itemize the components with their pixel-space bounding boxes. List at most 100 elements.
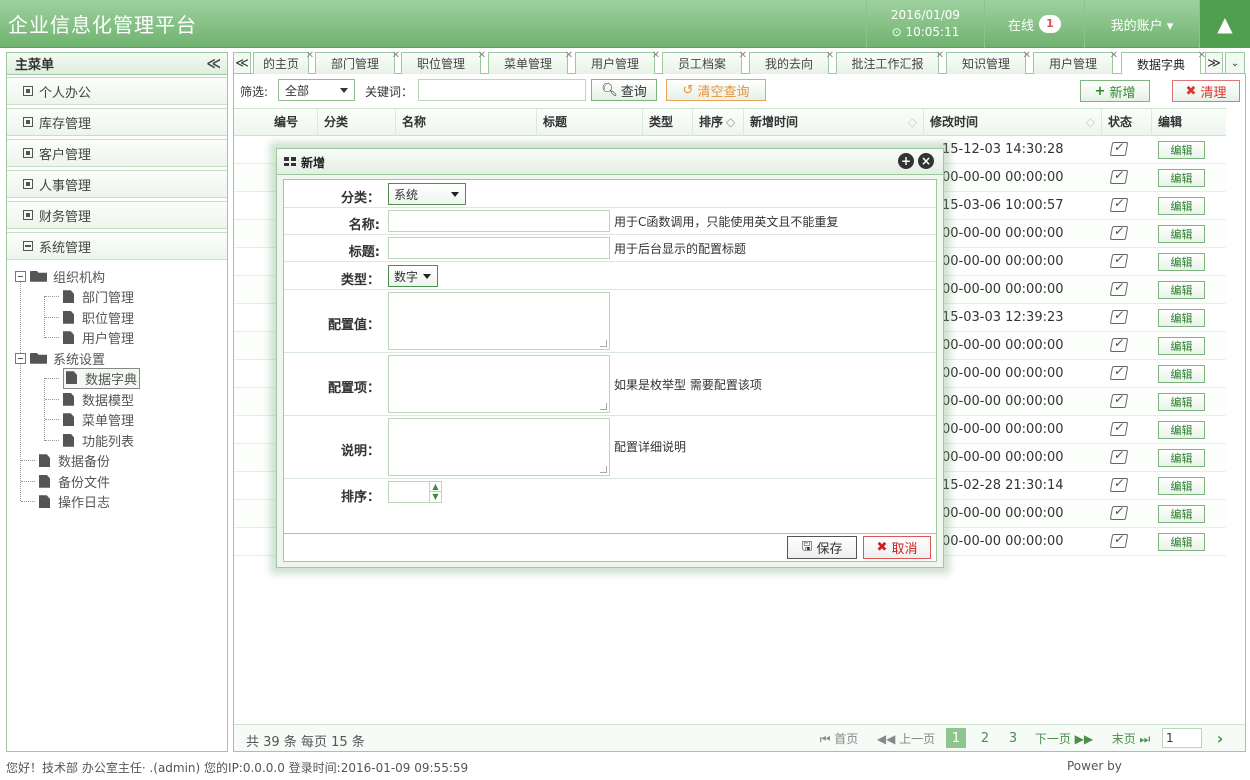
tab-knowledge[interactable]: 知识管理 ✕ (946, 50, 1031, 74)
search-button[interactable]: 🔍︎ 查询 (591, 79, 657, 101)
tab-position[interactable]: 职位管理 ✕ (401, 50, 486, 74)
tree-item-department[interactable]: 部门管理 (7, 287, 227, 308)
close-icon[interactable]: ✕ (306, 50, 314, 61)
edit-button[interactable]: 编辑 (1158, 533, 1205, 551)
maximize-icon[interactable]: + (898, 153, 914, 169)
collapse-sidebar-icon[interactable]: ≪ (206, 56, 221, 72)
close-icon[interactable]: ✕ (652, 50, 660, 61)
edit-button[interactable]: 编辑 (1158, 253, 1205, 271)
sidebar-section-hr[interactable]: 人事管理 (7, 170, 227, 198)
col-edit[interactable]: 编辑 (1152, 109, 1226, 136)
edit-button[interactable]: 编辑 (1158, 477, 1205, 495)
edit-button[interactable]: 编辑 (1158, 449, 1205, 467)
filter-select[interactable]: 全部 (278, 79, 355, 101)
edit-button[interactable]: 编辑 (1158, 197, 1205, 215)
tree-node-settings[interactable]: 系统设置 (7, 348, 227, 369)
desc-textarea[interactable] (388, 418, 610, 476)
tree-item-position[interactable]: 职位管理 (7, 307, 227, 328)
tree-icon[interactable]: ▲ (1199, 0, 1250, 48)
tree-item-backup-files[interactable]: 备份文件 (7, 471, 227, 492)
col-created-time[interactable]: 新增时间 ◇ (744, 109, 924, 136)
clean-button[interactable]: ✖ 清理 (1172, 80, 1240, 102)
sort-spinner[interactable]: ▲ ▼ (388, 481, 442, 503)
close-icon[interactable]: × (918, 153, 934, 169)
sidebar-section-finance[interactable]: 财务管理 (7, 201, 227, 229)
collapse-toggle-icon[interactable] (15, 270, 26, 282)
save-button[interactable]: 🖫 保存 (787, 536, 857, 559)
close-icon[interactable]: ✕ (478, 50, 486, 61)
close-icon[interactable]: ✕ (392, 50, 400, 61)
tree-item-data-model[interactable]: 数据模型 (7, 389, 227, 410)
edit-button[interactable]: 编辑 (1158, 365, 1205, 383)
clear-search-button[interactable]: ↺ 清空查询 (666, 79, 766, 101)
edit-button[interactable]: 编辑 (1158, 337, 1205, 355)
add-button[interactable]: + 新增 (1080, 80, 1150, 102)
type-select[interactable]: 数字 (388, 265, 438, 287)
items-textarea[interactable] (388, 355, 610, 413)
col-name[interactable]: 名称 (396, 109, 537, 136)
category-select[interactable]: 系统 (388, 183, 466, 205)
sidebar-section-customers[interactable]: 客户管理 (7, 139, 227, 167)
tree-item-backup[interactable]: 数据备份 (7, 451, 227, 472)
sidebar-section-system[interactable]: 系统管理 (7, 232, 227, 260)
close-icon[interactable]: ✕ (565, 50, 573, 61)
first-page-button[interactable]: ⏮ 首页 (816, 728, 862, 748)
page-3-button[interactable]: 3 (1003, 728, 1023, 748)
tab-user[interactable]: 用户管理 ✕ (575, 50, 660, 74)
prev-page-button[interactable]: ◀◀ 上一页 (874, 728, 938, 748)
tree-item-menu[interactable]: 菜单管理 (7, 410, 227, 431)
close-icon[interactable]: ✕ (739, 50, 747, 61)
value-textarea[interactable] (388, 292, 610, 350)
edit-button[interactable]: 编辑 (1158, 225, 1205, 243)
edit-button[interactable]: 编辑 (1158, 309, 1205, 327)
tab-scroll-right-icon[interactable]: ≫ (1205, 52, 1223, 74)
tree-item-function-list[interactable]: 功能列表 (7, 430, 227, 451)
close-icon[interactable]: ✕ (1110, 50, 1118, 61)
spinner-down-icon[interactable]: ▼ (429, 492, 441, 502)
tree-item-operation-log[interactable]: 操作日志 (7, 492, 227, 513)
tab-department[interactable]: 部门管理 ✕ (315, 50, 400, 74)
next-page-button[interactable]: 下一页 ▶▶ (1032, 728, 1096, 748)
sidebar-section-personal-office[interactable]: 个人办公 (7, 77, 227, 105)
tree-node-org[interactable]: 组织机构 (7, 266, 227, 287)
tree-item-data-dictionary[interactable]: 数据字典 (7, 368, 227, 390)
tab-data-dictionary[interactable]: 数据字典 ✕ (1121, 50, 1206, 75)
tab-menu-chevron-icon[interactable]: ⌄ (1225, 52, 1245, 74)
tab-my-whereabouts[interactable]: 我的去向 ✕ (749, 50, 834, 74)
page-2-button[interactable]: 2 (975, 728, 995, 748)
tree-item-user[interactable]: 用户管理 (7, 328, 227, 349)
edit-button[interactable]: 编辑 (1158, 141, 1205, 159)
cancel-button[interactable]: ✖ 取消 (863, 536, 931, 559)
edit-button[interactable]: 编辑 (1158, 393, 1205, 411)
col-id[interactable]: 编号 (268, 109, 318, 136)
tab-home[interactable]: 的主页 ✕ (253, 50, 314, 74)
tab-employee-archive[interactable]: 员工档案 ✕ (662, 50, 747, 74)
title-input[interactable] (388, 237, 610, 259)
tab-scroll-left-icon[interactable]: ≪ (233, 52, 251, 74)
go-page-button[interactable]: › (1210, 728, 1230, 748)
edit-button[interactable]: 编辑 (1158, 421, 1205, 439)
col-type[interactable]: 类型 (643, 109, 693, 136)
sidebar-section-inventory[interactable]: 库存管理 (7, 108, 227, 136)
edit-button[interactable]: 编辑 (1158, 169, 1205, 187)
edit-button[interactable]: 编辑 (1158, 281, 1205, 299)
close-icon[interactable]: ✕ (936, 50, 944, 61)
col-status[interactable]: 状态 (1102, 109, 1152, 136)
name-input[interactable] (388, 210, 610, 232)
col-title[interactable]: 标题 (537, 109, 643, 136)
edit-button[interactable]: 编辑 (1158, 505, 1205, 523)
online-users-button[interactable]: 在线 1 (984, 0, 1084, 48)
tab-work-report[interactable]: 批注工作汇报 ✕ (836, 50, 944, 74)
collapse-toggle-icon[interactable] (15, 352, 26, 364)
close-icon[interactable]: ✕ (1023, 50, 1031, 61)
spinner-up-icon[interactable]: ▲ (429, 482, 441, 492)
page-number-input[interactable]: 1 (1162, 728, 1202, 748)
col-category[interactable]: 分类 (318, 109, 396, 136)
page-1-button[interactable]: 1 (946, 728, 966, 748)
keyword-input[interactable] (418, 79, 586, 101)
close-icon[interactable]: ✕ (826, 50, 834, 61)
tab-menu[interactable]: 菜单管理 ✕ (488, 50, 573, 74)
col-modified-time[interactable]: 修改时间 ◇ (924, 109, 1102, 136)
col-sort[interactable]: 排序 ◇ (693, 109, 744, 136)
last-page-button[interactable]: 末页 ⏭ (1108, 728, 1154, 748)
